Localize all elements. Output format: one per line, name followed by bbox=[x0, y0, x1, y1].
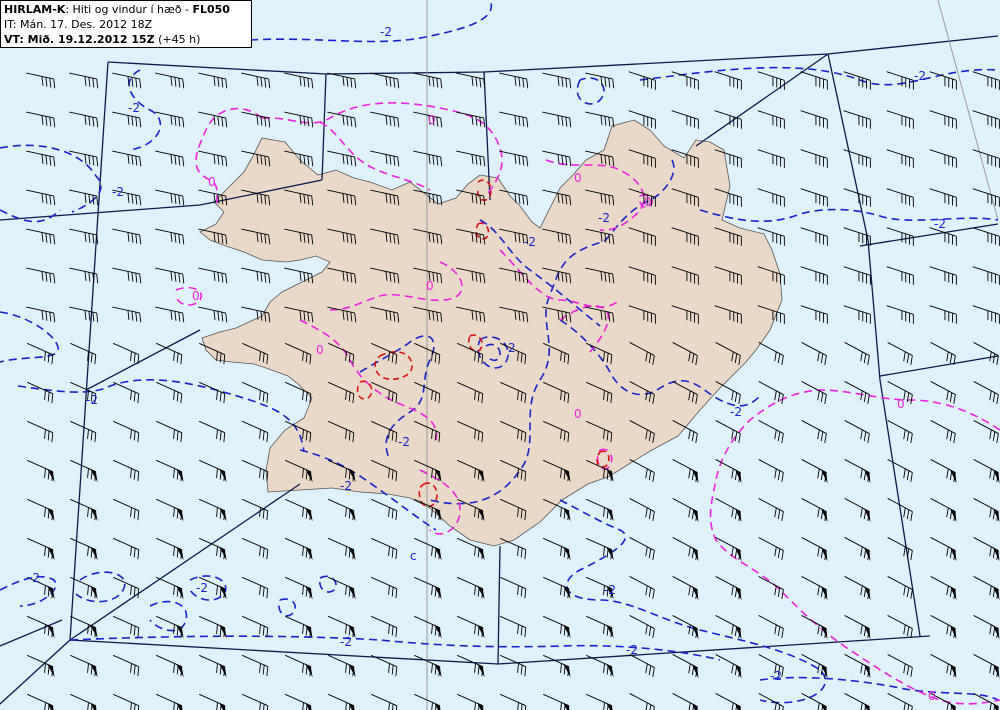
contour-label: 0 bbox=[928, 689, 936, 703]
contour-label: -2 bbox=[196, 581, 208, 595]
map-description: : Hiti og vindur í hæð - bbox=[65, 3, 193, 16]
contour-label: -2 bbox=[730, 405, 742, 419]
contour-label: 0 bbox=[316, 343, 324, 357]
contour-label: 2 bbox=[508, 341, 516, 355]
contour-label: -2 bbox=[524, 235, 536, 249]
contour-label: 0 bbox=[644, 195, 652, 209]
contour-label: 0 bbox=[574, 407, 582, 421]
contour-label: -2 bbox=[598, 211, 610, 225]
model-name: HIRLAM-K bbox=[4, 3, 66, 16]
contour-label: -2 bbox=[340, 479, 352, 493]
contour-label: -2 bbox=[604, 583, 616, 597]
contour-label: -2 bbox=[934, 217, 946, 231]
contour-label: -2 bbox=[770, 669, 782, 683]
valid-time-row: VT: Mið. 19.12.2012 15Z (+45 h) bbox=[4, 32, 248, 47]
valid-time-offset: (+45 h) bbox=[154, 33, 201, 46]
initial-time-prefix: IT: bbox=[4, 18, 20, 31]
contour-label: -2 bbox=[340, 635, 352, 649]
contour-label: 0 bbox=[574, 171, 582, 185]
contour-label: -2 bbox=[914, 69, 926, 83]
legend-title-row: HIRLAM-K: Hiti og vindur í hæð - FL050 bbox=[4, 2, 248, 17]
flight-level: FL050 bbox=[192, 3, 230, 16]
valid-time: Mið. 19.12.2012 15Z bbox=[27, 33, 155, 46]
contour-label: -2 bbox=[626, 643, 638, 657]
contour-label: -2 bbox=[112, 185, 124, 199]
contour-label: -2 bbox=[28, 571, 40, 585]
weather-map: -2 -2 -2 -2 -2 -2 -2 -2 -2 -2 -2 -2 -2 -… bbox=[0, 0, 1000, 710]
valid-time-prefix: VT: bbox=[4, 33, 28, 46]
contour-label: -2 bbox=[398, 435, 410, 449]
contour-label: 0 bbox=[426, 279, 434, 293]
contour-label: 0 bbox=[192, 289, 200, 303]
contour-label: c bbox=[410, 549, 417, 563]
contour-label: -2 bbox=[128, 101, 140, 115]
initial-time: Mán. 17. Des. 2012 18Z bbox=[19, 18, 153, 31]
contour-label: 0 bbox=[428, 113, 436, 127]
contour-label: -2 bbox=[86, 393, 98, 407]
initial-time-row: IT: Mán. 17. Des. 2012 18Z bbox=[4, 17, 248, 32]
map-legend: HIRLAM-K: Hiti og vindur í hæð - FL050 I… bbox=[0, 0, 252, 48]
contour-label: -2 bbox=[380, 25, 392, 39]
contour-label: 0 bbox=[208, 175, 216, 189]
contour-label: 0 bbox=[897, 397, 905, 411]
